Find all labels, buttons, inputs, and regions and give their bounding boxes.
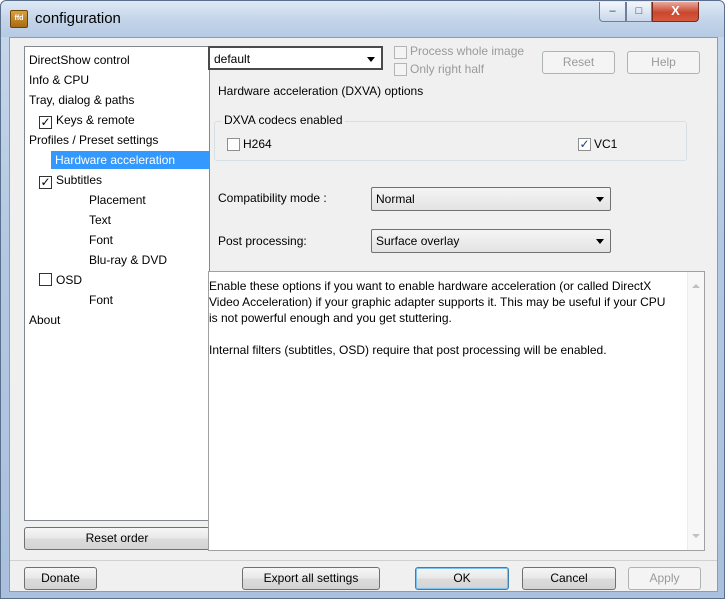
- tree-item-label: Text: [89, 213, 112, 227]
- compatibility-mode-label: Compatibility mode :: [218, 191, 327, 205]
- dialog-client-area: DirectShow control Info & CPU Tray, dialog…: [9, 37, 718, 592]
- title-bar[interactable]: ffd configuration – □ X: [1, 1, 724, 37]
- tree-item[interactable]: Font: [89, 231, 113, 249]
- tree-item[interactable]: ✓ Keys & remote: [39, 111, 135, 129]
- post-processing-select[interactable]: Surface overlay: [371, 229, 611, 253]
- apply-button[interactable]: Apply: [628, 567, 701, 590]
- cancel-button[interactable]: Cancel: [522, 567, 616, 590]
- tree-item[interactable]: Text: [89, 211, 111, 229]
- maximize-button[interactable]: □: [626, 2, 652, 22]
- chevron-down-icon: [367, 57, 375, 62]
- tree-item[interactable]: Hardware acceleration: [51, 151, 209, 169]
- chevron-down-icon: [596, 239, 604, 244]
- tree-item-label: About: [29, 313, 61, 327]
- tree-item-label: Font: [89, 233, 114, 247]
- scroll-up-icon[interactable]: [692, 284, 700, 288]
- tree-item[interactable]: ✓ Subtitles: [39, 171, 102, 189]
- configuration-window: ffd configuration – □ X DirectShow contr…: [0, 0, 725, 599]
- help-scrollbar[interactable]: [687, 272, 704, 550]
- app-icon: ffd: [10, 10, 28, 28]
- only-right-half-label: Only right half: [410, 62, 485, 76]
- export-all-settings-button[interactable]: Export all settings: [242, 567, 380, 590]
- tree-item[interactable]: Profiles / Preset settings: [29, 131, 158, 149]
- reset-order-button[interactable]: Reset order: [24, 527, 210, 550]
- tree-item-label: Placement: [89, 193, 146, 207]
- vc1-label: VC1: [594, 137, 618, 151]
- tree-item-label: Tray, dialog & paths: [29, 93, 135, 107]
- h264-label: H264: [243, 137, 272, 151]
- compatibility-mode-select[interactable]: Normal: [371, 187, 611, 211]
- help-paragraph-2: Internal filters (subtitles, OSD) requir…: [209, 343, 607, 357]
- tree-item-label: DirectShow control: [29, 53, 130, 67]
- compatibility-mode-value: Normal: [376, 192, 415, 206]
- dxva-codecs-title: DXVA codecs enabled: [222, 113, 345, 127]
- profile-combo[interactable]: default: [208, 46, 383, 70]
- process-whole-image-label: Process whole image: [410, 44, 525, 58]
- help-text-box[interactable]: Enable these options if you want to enab…: [208, 271, 705, 551]
- tree-item-label: Profiles / Preset settings: [29, 133, 159, 147]
- tree-item-checkbox[interactable]: ✓: [39, 116, 52, 129]
- h264-checkbox[interactable]: [227, 138, 240, 151]
- donate-button[interactable]: Donate: [24, 567, 97, 590]
- tree-item-label: Font: [89, 293, 114, 307]
- reset-button[interactable]: Reset: [542, 51, 615, 74]
- chevron-down-icon: [596, 197, 604, 202]
- tree-item[interactable]: Blu-ray & DVD: [89, 251, 167, 269]
- post-processing-label: Post processing:: [218, 234, 307, 248]
- vc1-checkbox[interactable]: ✓: [578, 138, 591, 151]
- help-text: Enable these options if you want to enab…: [209, 278, 677, 358]
- tree-item[interactable]: DirectShow control: [29, 51, 130, 69]
- tree-item-label: Blu-ray & DVD: [89, 253, 168, 267]
- footer-divider: [10, 560, 717, 561]
- tree-item-checkbox[interactable]: ✓: [39, 176, 52, 189]
- tree-item[interactable]: Tray, dialog & paths: [29, 91, 134, 109]
- tree-item[interactable]: Font: [89, 291, 113, 309]
- tree-item[interactable]: Info & CPU: [29, 71, 89, 89]
- dxva-section-title: Hardware acceleration (DXVA) options: [216, 84, 426, 98]
- process-whole-image-checkbox[interactable]: [394, 46, 407, 59]
- post-processing-value: Surface overlay: [376, 234, 460, 248]
- close-button[interactable]: X: [652, 2, 699, 22]
- tree-item-label: Hardware acceleration: [55, 153, 176, 167]
- scroll-down-icon[interactable]: [692, 534, 700, 538]
- window-title: configuration: [35, 10, 121, 27]
- help-paragraph-1: Enable these options if you want to enab…: [209, 279, 666, 325]
- tree-item-label: Keys & remote: [56, 113, 135, 127]
- settings-tree[interactable]: DirectShow control Info & CPU Tray, dialog…: [24, 46, 210, 521]
- tree-item-label: Subtitles: [56, 173, 103, 187]
- tree-item[interactable]: About: [29, 311, 60, 329]
- tree-item-checkbox[interactable]: [39, 273, 52, 286]
- help-button[interactable]: Help: [627, 51, 700, 74]
- tree-item-label: Info & CPU: [29, 73, 90, 87]
- only-right-half-checkbox[interactable]: [394, 63, 407, 76]
- tree-item[interactable]: Placement: [89, 191, 146, 209]
- profile-combo-value: default: [214, 52, 251, 66]
- tree-item[interactable]: OSD: [39, 271, 82, 289]
- tree-item-label: OSD: [56, 273, 83, 287]
- ok-button[interactable]: OK: [415, 567, 509, 590]
- minimize-button[interactable]: –: [599, 2, 626, 22]
